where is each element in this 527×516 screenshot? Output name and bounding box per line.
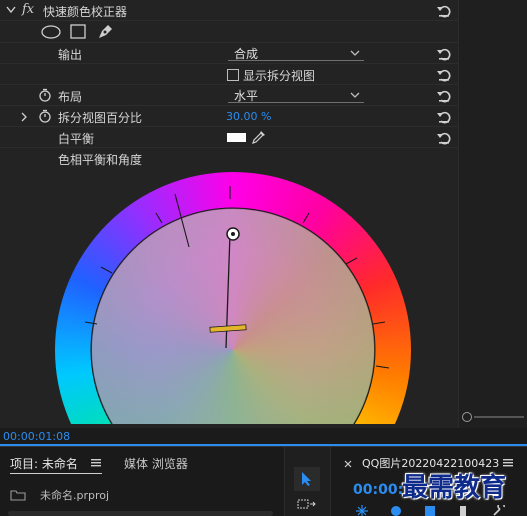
layout-value: 水平 (234, 89, 259, 103)
output-label: 输出 (58, 48, 83, 62)
horizontal-scrollbar[interactable] (462, 412, 524, 422)
chevron-right-icon[interactable] (20, 112, 28, 122)
output-row: 输出 合成 (0, 43, 458, 64)
split-percent-row: 拆分视图百分比 30.00 % (0, 106, 458, 127)
wheel-overlay (84, 186, 390, 424)
linked-select-icon[interactable] (390, 505, 402, 516)
pen-mask-icon[interactable] (96, 23, 114, 41)
chevron-down-icon (350, 50, 360, 56)
playhead-bar: 00:00:01:08 (0, 428, 527, 446)
color-wheel-area (0, 168, 458, 424)
snap-icon[interactable] (356, 505, 368, 516)
arrow-cursor-icon (302, 472, 311, 486)
scroll-track (474, 416, 524, 418)
reset-icon[interactable] (436, 130, 452, 146)
tools-panel (284, 447, 331, 516)
selection-tool-button[interactable] (294, 467, 320, 491)
effect-name: 快速颜色校正器 (43, 5, 128, 19)
rectangle-mask-icon[interactable] (70, 24, 86, 40)
stopwatch-icon[interactable] (38, 109, 52, 123)
balance-gain-handle (209, 324, 247, 333)
add-marker-icon[interactable] (424, 505, 436, 516)
wheel-ticks (84, 186, 390, 369)
layout-row: 布局 水平 (0, 85, 458, 106)
scroll-handle[interactable] (462, 412, 472, 422)
mask-tools-row (0, 21, 458, 43)
chevron-down-icon (350, 92, 360, 98)
menu-icon[interactable] (503, 459, 513, 467)
watermark: 最需教育 (402, 473, 507, 503)
layout-label: 布局 (58, 90, 83, 104)
layout-dropdown[interactable]: 水平 (228, 87, 364, 103)
wrench-icon[interactable] (492, 505, 506, 516)
hue-angle-label: 色相平衡和角度 (58, 153, 143, 167)
reset-icon[interactable] (436, 67, 452, 83)
split-view-row: 显示拆分视图 (0, 64, 458, 85)
split-view-checkbox[interactable] (227, 69, 239, 81)
timeline-tool-icons (356, 505, 516, 516)
output-value: 合成 (234, 47, 259, 61)
close-icon[interactable] (344, 460, 352, 468)
project-file-name[interactable]: 未命名.prproj (40, 487, 109, 503)
menu-icon[interactable] (91, 459, 101, 467)
output-dropdown[interactable]: 合成 (228, 45, 364, 61)
bottom-panels: 项目: 未命名 媒体 浏览器 未命名.prproj QQ图片2022042210… (0, 446, 527, 516)
stopwatch-icon[interactable] (38, 88, 52, 102)
reset-icon[interactable] (436, 88, 452, 104)
active-tab-underline (10, 473, 102, 474)
folder-icon (10, 490, 26, 501)
timeline-mini-area (458, 0, 527, 428)
fx-badge[interactable]: fx (22, 2, 34, 17)
eyedropper-icon[interactable] (251, 129, 267, 145)
track-select-icon[interactable] (297, 499, 317, 513)
marker-icon[interactable] (458, 505, 468, 516)
reset-icon[interactable] (436, 3, 452, 19)
tab-project[interactable]: 项目: 未命名 (10, 455, 78, 472)
white-balance-label: 白平衡 (58, 132, 95, 146)
sequence-timecode[interactable]: 00:00: (353, 482, 403, 498)
chevron-down-icon[interactable] (6, 6, 16, 14)
white-balance-swatch[interactable] (227, 133, 246, 142)
split-percent-value[interactable]: 30.00 % (226, 110, 271, 123)
white-balance-row: 白平衡 (0, 127, 458, 148)
project-search-field[interactable] (8, 511, 273, 516)
split-view-label: 显示拆分视图 (243, 69, 316, 83)
ellipse-mask-icon[interactable] (41, 25, 61, 39)
reset-icon[interactable] (436, 46, 452, 62)
tab-media-browser[interactable]: 媒体 浏览器 (124, 455, 188, 472)
reset-icon[interactable] (436, 109, 452, 125)
effect-header-row[interactable]: fx 快速颜色校正器 (0, 0, 458, 21)
current-timecode[interactable]: 00:00:01:08 (3, 430, 70, 443)
split-percent-label: 拆分视图百分比 (58, 111, 143, 125)
